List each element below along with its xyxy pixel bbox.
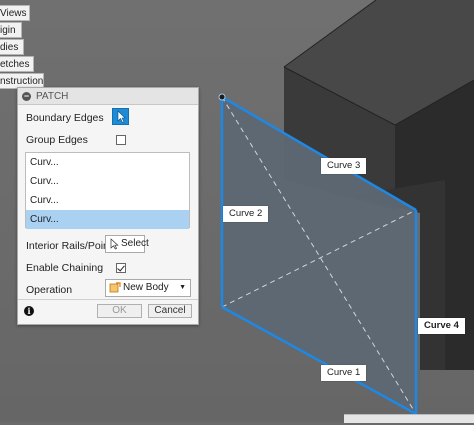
curve-4-label[interactable]: Curve 4 [418, 318, 465, 334]
operation-value: New Body [123, 282, 169, 293]
patch-dialog: − PATCH Boundary Edges Group Edges Curv.… [17, 87, 199, 325]
curve-3-label[interactable]: Curve 3 [321, 158, 367, 174]
operation-dropdown[interactable]: New Body ▼ [105, 279, 191, 297]
group-edges-checkbox[interactable] [116, 135, 126, 145]
tree-item-views[interactable]: Views [0, 5, 30, 21]
vertex-point [218, 93, 226, 101]
chevron-down-icon: ▼ [179, 284, 186, 291]
tree-item-sketches[interactable]: etches [0, 56, 34, 72]
boundary-edges-select-button[interactable] [112, 108, 129, 125]
curve-list-item[interactable]: Curv... [26, 153, 189, 172]
tree-item-label: igin [0, 25, 16, 36]
new-body-icon [109, 282, 121, 293]
tree-item-label: Views [0, 8, 27, 19]
tree-item-bodies[interactable]: dies [0, 39, 24, 55]
collapse-icon[interactable]: − [22, 91, 31, 101]
dialog-footer: i OK Cancel [18, 299, 198, 324]
info-icon[interactable]: i [24, 306, 34, 316]
dialog-title-bar[interactable]: − PATCH [18, 88, 198, 105]
dialog-title: PATCH [36, 90, 69, 102]
tree-item-label: dies [0, 42, 19, 53]
tree-item-label: etches [0, 59, 30, 70]
cancel-button[interactable]: Cancel [148, 304, 192, 318]
enable-chaining-checkbox[interactable] [116, 263, 126, 273]
boundary-edges-label: Boundary Edges [26, 112, 104, 124]
group-edges-label: Group Edges [26, 134, 88, 146]
curve-list-item[interactable]: Curv... [26, 191, 189, 210]
curve-1-label[interactable]: Curve 1 [321, 365, 367, 381]
ok-button[interactable]: OK [97, 304, 142, 318]
cursor-arrow-icon [117, 110, 126, 123]
tree-item-origin[interactable]: igin [0, 22, 22, 38]
select-button-label: Select [121, 238, 149, 249]
enable-chaining-label: Enable Chaining [26, 262, 104, 274]
curve-list-item[interactable]: Curv... [26, 210, 189, 229]
boundary-curve-list[interactable]: Curv... Curv... Curv... Curv... [25, 152, 190, 229]
cursor-arrow-icon [110, 238, 119, 250]
operation-label: Operation [26, 284, 73, 296]
interior-rails-label: Interior Rails/Points [26, 240, 118, 252]
interior-rails-select-button[interactable]: Select [105, 235, 149, 253]
curve-2-label[interactable]: Curve 2 [223, 206, 269, 222]
curve-list-item[interactable]: Curv... [26, 172, 189, 191]
